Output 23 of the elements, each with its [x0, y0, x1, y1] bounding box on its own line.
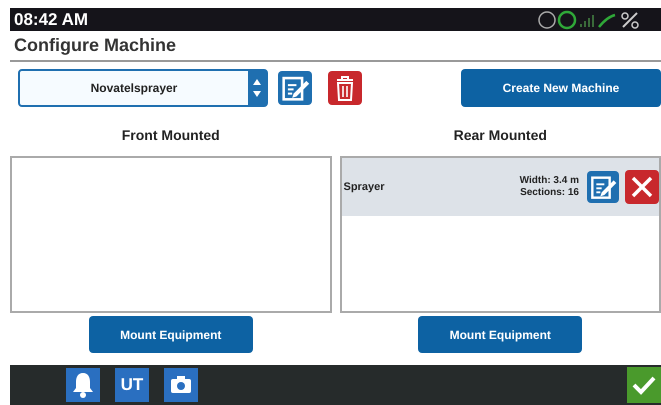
curve-icon	[598, 13, 616, 28]
edit-icon[interactable]	[587, 171, 619, 203]
page-title: Configure Machine	[14, 34, 176, 57]
column-heading: Front Mounted	[122, 126, 220, 144]
column-heading: Rear Mounted	[454, 126, 547, 144]
equipment-name: Sprayer	[344, 180, 384, 195]
signal-icon	[580, 14, 594, 28]
close-icon[interactable]	[625, 170, 659, 204]
create-machine-button[interactable]: Create New Machine	[461, 69, 661, 107]
equipment-sections: Sections: 16	[520, 187, 579, 200]
check-icon[interactable]	[627, 367, 661, 403]
bell-icon[interactable]	[66, 368, 100, 402]
edit-icon[interactable]	[278, 71, 312, 105]
mount-equipment-button[interactable]: Mount Equipment	[88, 316, 253, 353]
equipment-row[interactable]: Sprayer Width: 3.4 m Sections: 16	[342, 158, 659, 216]
camera-icon[interactable]	[164, 368, 198, 402]
ut-icon[interactable]: UT	[115, 368, 149, 402]
percent-icon	[621, 12, 639, 28]
mount-equipment-button[interactable]: Mount Equipment	[418, 316, 582, 353]
machine-select[interactable]: Novatelsprayer	[18, 69, 268, 107]
trash-icon[interactable]	[328, 71, 362, 105]
equipment-width: Width: 3.4 m	[520, 174, 579, 187]
clock: 08:42 AM	[14, 8, 88, 31]
